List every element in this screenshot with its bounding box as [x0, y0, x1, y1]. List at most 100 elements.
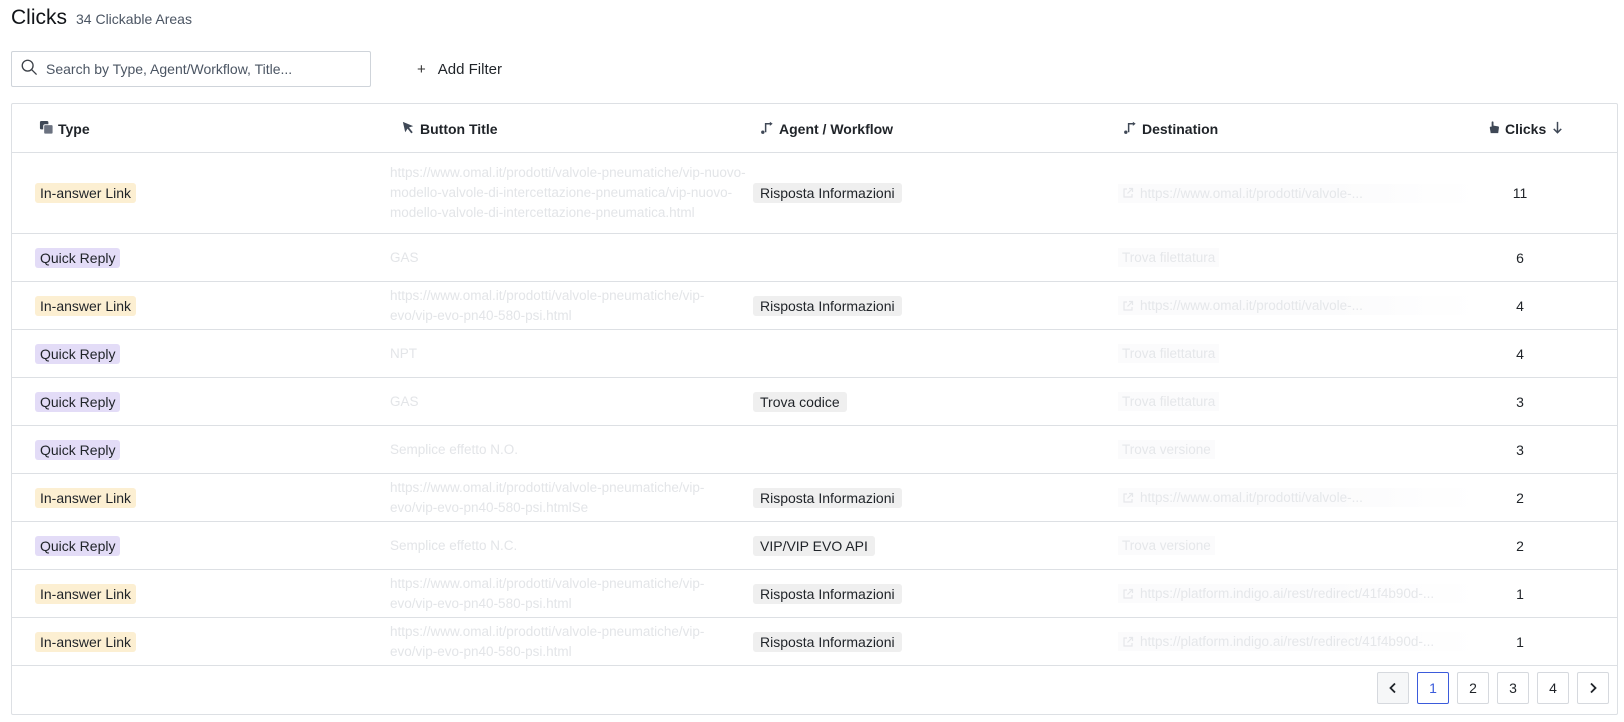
table-row[interactable]: In-answer Link https://www.omal.it/prodo…	[12, 618, 1617, 666]
agent-chip[interactable]: Trova codice	[753, 391, 847, 412]
button-title-cell: Semplice effetto N.C.	[390, 522, 750, 569]
clicks-table: Type Button Title Agent / Workflow Desti…	[11, 103, 1618, 715]
table-row[interactable]: In-answer Link https://www.omal.it/prodo…	[12, 153, 1617, 234]
type-cell: Quick Reply	[35, 378, 121, 425]
arrow-down-icon[interactable]	[1550, 120, 1565, 138]
agent-chip[interactable]: Risposta Informazioni	[753, 183, 902, 203]
button-title-text: https://www.omal.it/prodotti/valvole-pne…	[390, 575, 705, 611]
column-header-button-title[interactable]: Button Title	[401, 104, 498, 153]
destination-text: Trova filettatura	[1118, 344, 1220, 363]
button-title-cell: https://www.omal.it/prodotti/valvole-pne…	[390, 618, 750, 665]
table-row[interactable]: Quick Reply Semplice effetto N.C. VIP/VI…	[12, 522, 1617, 570]
agent-chip[interactable]: Risposta Informazioni	[753, 295, 902, 316]
destination-cell: Trova versione	[1118, 426, 1215, 473]
table-row[interactable]: Quick Reply GAS Trova filettatura 6	[12, 234, 1617, 282]
external-link-icon	[1123, 636, 1134, 647]
pagination: 1 2 3 4	[1377, 672, 1609, 704]
agent-chip[interactable]: Risposta Informazioni	[753, 631, 902, 652]
type-badge: Quick Reply	[35, 343, 121, 364]
destination-text: Trova filettatura	[1118, 248, 1220, 267]
agent-cell: Risposta Informazioni	[753, 474, 902, 521]
external-link-icon	[1123, 300, 1134, 311]
column-label-clicks: Clicks	[1505, 120, 1547, 137]
clicks-cell: 2	[1516, 489, 1524, 506]
page-button-1[interactable]: 1	[1417, 672, 1449, 704]
destination-text: https://www.omal.it/prodotti/valvole-...	[1140, 185, 1363, 201]
agent-cell: Risposta Informazioni	[753, 282, 902, 329]
destination-cell: Trova filettatura	[1118, 330, 1220, 377]
page-button-2[interactable]: 2	[1457, 672, 1489, 704]
column-label-button-title: Button Title	[420, 120, 498, 137]
destination-text: https://www.omal.it/prodotti/valvole-...	[1140, 490, 1363, 505]
button-title-cell: Semplice effetto N.O.	[390, 426, 750, 473]
workflow-icon	[1123, 120, 1138, 138]
type-badge: In-answer Link	[35, 487, 137, 508]
agent-chip[interactable]: Risposta Informazioni	[753, 487, 902, 508]
type-badge: Quick Reply	[35, 391, 121, 412]
column-label-agent-workflow: Agent / Workflow	[779, 120, 894, 137]
external-link-icon	[1123, 187, 1134, 198]
column-label-destination: Destination	[1142, 120, 1219, 137]
table-row[interactable]: Quick Reply Semplice effetto N.O. Trova …	[12, 426, 1617, 474]
table-row[interactable]: In-answer Link https://www.omal.it/prodo…	[12, 570, 1617, 618]
button-title-text: GAS	[390, 393, 419, 409]
table-row[interactable]: Quick Reply NPT Trova filettatura 4	[12, 330, 1617, 378]
clicks-cell: 4	[1516, 345, 1524, 362]
button-title-text: Semplice effetto N.O.	[390, 441, 519, 457]
destination-text: https://www.omal.it/prodotti/valvole-...	[1140, 298, 1363, 313]
button-title-cell: GAS	[390, 378, 750, 425]
table-body: In-answer Link https://www.omal.it/prodo…	[12, 153, 1617, 666]
plus-icon: +	[417, 60, 426, 78]
button-title-cell: https://www.omal.it/prodotti/valvole-pne…	[390, 474, 750, 521]
prev-page-button[interactable]	[1377, 672, 1409, 704]
button-title-cell: https://www.omal.it/prodotti/valvole-pne…	[390, 282, 750, 329]
type-badge: In-answer Link	[35, 183, 137, 203]
destination-text: Trova filettatura	[1118, 392, 1220, 411]
add-filter-button[interactable]: + Add Filter	[417, 61, 502, 78]
button-title-text: NPT	[390, 345, 417, 361]
agent-chip[interactable]: VIP/VIP EVO API	[753, 535, 875, 556]
column-header-type[interactable]: Type	[39, 104, 90, 153]
button-title-text: Semplice effetto N.C.	[390, 537, 518, 553]
table-row[interactable]: In-answer Link https://www.omal.it/prodo…	[12, 282, 1617, 330]
agent-cell: Risposta Informazioni	[753, 153, 902, 233]
column-header-destination[interactable]: Destination	[1123, 104, 1218, 153]
type-cell: In-answer Link	[35, 282, 137, 329]
add-filter-label: Add Filter	[437, 60, 502, 78]
type-badge: In-answer Link	[35, 631, 137, 652]
table-row[interactable]: In-answer Link https://www.omal.it/prodo…	[12, 474, 1617, 522]
type-cell: Quick Reply	[35, 330, 121, 377]
clicks-cell: 6	[1516, 249, 1524, 266]
destination-text: Trova versione	[1118, 440, 1215, 459]
agent-chip[interactable]: Risposta Informazioni	[753, 583, 902, 604]
clickable-areas-count: 34 Clickable Areas	[76, 11, 192, 27]
agent-cell: Risposta Informazioni	[753, 618, 902, 665]
agent-cell: Trova codice	[753, 378, 847, 425]
button-title-text: GAS	[390, 249, 419, 265]
page-button-4[interactable]: 4	[1537, 672, 1569, 704]
button-title-cell: NPT	[390, 330, 750, 377]
table-header: Type Button Title Agent / Workflow Desti…	[12, 104, 1617, 153]
type-cell: In-answer Link	[35, 474, 137, 521]
search-icon	[20, 58, 38, 81]
next-page-button[interactable]	[1577, 672, 1609, 704]
button-title-text: https://www.omal.it/prodotti/valvole-pne…	[390, 287, 705, 323]
external-link-icon	[1123, 588, 1134, 599]
search-input[interactable]	[46, 61, 346, 77]
agent-cell: Risposta Informazioni	[753, 570, 902, 617]
destination-cell: Trova versione	[1118, 522, 1215, 569]
page-button-3[interactable]: 3	[1497, 672, 1529, 704]
pointer-hand-icon	[1486, 120, 1501, 138]
column-header-agent-workflow[interactable]: Agent / Workflow	[760, 104, 893, 153]
table-row[interactable]: Quick Reply GAS Trova codice Trova filet…	[12, 378, 1617, 426]
agent-cell: VIP/VIP EVO API	[753, 522, 875, 569]
chevron-right-icon	[1590, 682, 1597, 694]
type-badge: In-answer Link	[35, 583, 137, 604]
clicks-cell: 1	[1516, 585, 1524, 602]
search-box[interactable]	[11, 51, 371, 87]
column-header-clicks[interactable]: Clicks	[1486, 104, 1565, 153]
clicks-cell: 2	[1516, 537, 1524, 554]
clicks-cell: 1	[1516, 633, 1524, 650]
type-badge: Quick Reply	[35, 247, 121, 268]
clicks-cell: 4	[1516, 297, 1524, 314]
